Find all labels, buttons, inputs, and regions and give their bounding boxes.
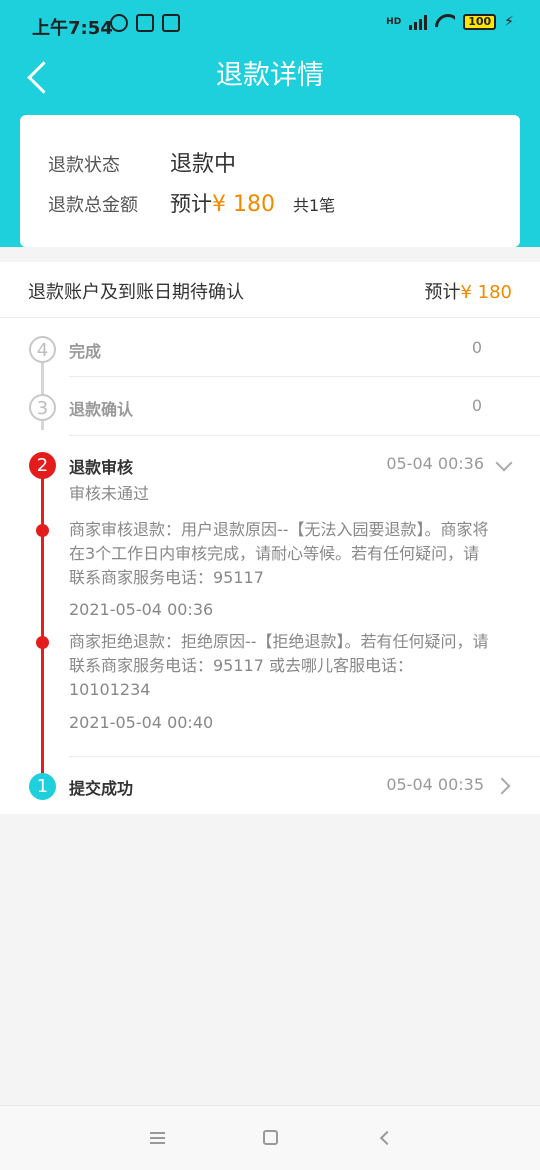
refund-status-row: 退款状态 退款中 (48, 146, 236, 178)
step-4-circle: 4 (29, 336, 56, 363)
review-log-text: 商家拒绝退款：拒绝原因--【拒绝退款】。若有任何疑问，请联系商家服务电话：951… (69, 632, 489, 699)
charging-icon: ⚡ (504, 14, 514, 30)
step-1-title[interactable]: 提交成功 (69, 775, 133, 799)
refund-total-row: 退款总金额 预计 ¥ 180 共1笔 (48, 188, 335, 218)
home-icon[interactable] (263, 1130, 278, 1145)
step-1-time: 05-04 00:35 (386, 775, 484, 794)
step-divider (69, 376, 540, 377)
step-1-circle: 1 (29, 773, 56, 800)
page-title: 退款详情 (216, 60, 324, 91)
step-3-title: 退款确认 (69, 400, 134, 419)
pending-estimate-prefix: 预计 (424, 282, 461, 303)
pending-confirmation-label: 退款账户及到账日期待确认 (28, 282, 244, 303)
status-time: 上午7:54 (32, 18, 113, 39)
chevron-down-icon[interactable] (495, 454, 513, 472)
system-navigation-bar (0, 1105, 540, 1170)
log-dot (36, 524, 49, 537)
pending-amount-value: ¥ 180 (460, 282, 512, 303)
review-log-time: 2021-05-04 00:40 (69, 713, 214, 732)
step-2-time: 05-04 00:36 (386, 454, 484, 473)
alarm-icon (110, 14, 128, 32)
refund-total-label: 退款总金额 (48, 195, 138, 216)
refund-count: 共1笔 (292, 196, 336, 215)
step-4-value: 0 (471, 338, 482, 357)
header-bar: 上午7:54 HD 100 ⚡ 退款详情 退款状态 退款中 退款总金额 预计 ¥… (0, 0, 540, 247)
refund-estimate-prefix: 预计 (170, 192, 212, 216)
battery-icon: 100 (463, 14, 497, 30)
chevron-right-icon[interactable] (493, 777, 511, 795)
status-bar: 上午7:54 HD 100 ⚡ (0, 0, 540, 50)
status-system-icons: HD 100 ⚡ (386, 14, 514, 30)
pending-amount: 预计¥ 180 (424, 278, 512, 304)
step-4-title: 完成 (69, 342, 102, 361)
step-2-circle: 2 (29, 452, 56, 479)
step-3-circle: 3 (29, 394, 56, 421)
refund-total-amount: ¥ 180 (212, 192, 275, 217)
review-log-time: 2021-05-04 00:36 (69, 600, 214, 619)
step-divider (69, 435, 540, 436)
refund-progress-section: 退款账户及到账日期待确认 预计¥ 180 4 完成 0 3 退款确认 0 2 退… (0, 262, 540, 814)
step-divider (69, 756, 540, 757)
review-log-text: 商家审核退款：用户退款原因--【无法入园要退款】。商家将在3个工作日内审核完成，… (69, 520, 489, 587)
pending-confirmation-row: 退款账户及到账日期待确认 预计¥ 180 (0, 262, 540, 318)
signal-icon (409, 14, 428, 30)
back-icon[interactable] (379, 1130, 395, 1146)
refund-summary-card: 退款状态 退款中 退款总金额 预计 ¥ 180 共1笔 (20, 115, 520, 247)
network-type-label: HD (386, 16, 402, 27)
review-sub-status: 审核未通过 (69, 484, 150, 503)
status-notification-icons (110, 14, 180, 32)
wifi-icon (435, 14, 455, 30)
message-icon (162, 14, 180, 32)
step-2-title[interactable]: 退款审核 (69, 454, 133, 478)
refund-status-value: 退款中 (170, 152, 237, 177)
timeline-line-review (41, 476, 44, 730)
log-dot (36, 636, 49, 649)
trash-icon (136, 14, 154, 32)
refund-status-label: 退款状态 (48, 155, 120, 176)
menu-icon[interactable] (150, 1132, 165, 1144)
step-3-value: 0 (471, 396, 482, 415)
